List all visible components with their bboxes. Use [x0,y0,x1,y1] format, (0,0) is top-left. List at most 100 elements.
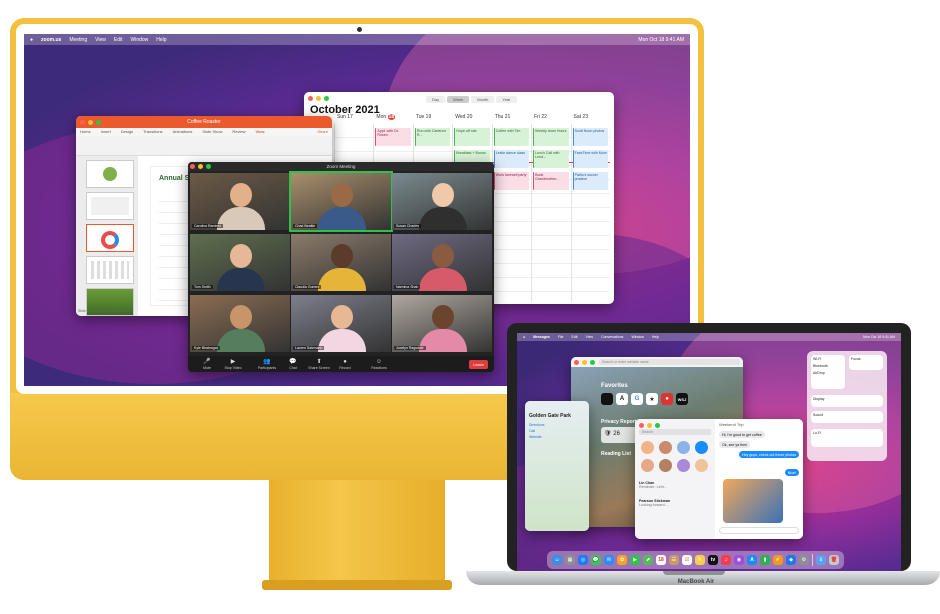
conversation-item[interactable]: Lin Chan Reminder: Let's... [639,481,713,489]
slide-navigator[interactable] [76,156,138,316]
segment-year[interactable]: Year [496,96,517,103]
numbers-icon[interactable]: ▮ [760,555,770,565]
message-input[interactable] [719,527,799,534]
segment-week[interactable]: Week [447,96,470,103]
calendar-day-header[interactable]: Tue 19 [413,114,452,120]
calendar-event[interactable]: Appt. with Dr. Rosen [375,128,411,146]
tab-transitions[interactable]: Transitions [143,129,162,135]
calendar-event[interactable]: Coffee with Tim [493,128,530,146]
calendar-icon[interactable]: 18 [656,555,666,565]
system-prefs-icon[interactable]: ⚙ [799,555,809,565]
participant-tile[interactable]: Tom Smith [190,234,290,291]
menu-clock[interactable]: Mon Oct 18 9:41 AM [863,335,895,339]
google-favorite-icon[interactable]: G [631,393,643,405]
slide-thumbnail[interactable] [86,160,134,188]
star-favorite-icon[interactable]: ★ [646,393,658,405]
chat-pane[interactable]: Weekend Trip Hi, I'm good to get coffee … [715,419,803,539]
messages-window[interactable]: Search Lin Chan Reminder: Let's... Pears… [635,419,803,539]
zoom-control-chat[interactable]: 💬 Chat [280,359,306,370]
apple-icon[interactable]: ● [523,335,525,339]
zoom-button[interactable] [96,120,101,125]
zoom-meeting-window[interactable]: Zoom Meeting ▦ View Carolina RamirezChad… [188,162,494,372]
contacts-icon[interactable]: ☰ [669,555,679,565]
bluetooth-toggle[interactable]: Bluetooth [813,364,843,368]
call-button[interactable]: Call [529,429,545,433]
tab-home[interactable]: Home [80,129,91,135]
close-button[interactable] [190,164,195,169]
zoom-control-reactions[interactable]: ☺ Reactions [366,359,392,370]
slide-thumbnail[interactable] [86,192,134,220]
zoom-control-stop-video[interactable]: ▶ Stop Video [220,359,246,370]
messages-icon[interactable]: 💬 [591,555,601,565]
close-button[interactable] [308,96,313,101]
menu-help[interactable]: Help [652,335,659,339]
calendar-day-header[interactable]: Sat 23 [571,114,610,120]
participant-tile[interactable]: Chad Beattie [289,171,393,232]
ribbon-toolbar[interactable] [76,136,332,156]
finder-icon[interactable]: ☺ [552,555,562,565]
menu-file[interactable]: File [558,335,564,339]
app-store-icon[interactable]: A [747,555,757,565]
downloads-icon[interactable]: ⇩ [816,555,826,565]
menu-view[interactable]: View [586,335,594,339]
menu-edit[interactable]: Edit [114,37,123,43]
avatar[interactable] [677,441,690,454]
calendar-day-header[interactable]: Sun 17 [334,114,373,120]
website-button[interactable]: Website [529,435,545,439]
tab-insert[interactable]: Insert [101,129,111,135]
conversation-list[interactable]: Search Lin Chan Reminder: Let's... Pears… [635,419,715,539]
avatar[interactable] [695,459,708,472]
calendar-event[interactable]: Weekly team Hours [533,128,569,146]
tab-design[interactable]: Design [121,129,133,135]
leave-button[interactable]: Leave [469,359,488,369]
zoom-button[interactable] [206,164,211,169]
menu-conversations[interactable]: Conversations [601,335,623,339]
segment-month[interactable]: Month [471,96,495,103]
minimize-button[interactable] [316,96,321,101]
participant-tile[interactable]: Kyle Bhatnagar [190,295,290,352]
avatar[interactable] [659,459,672,472]
focus-module[interactable]: Focus [849,355,883,370]
music-icon[interactable]: ♫ [721,555,731,565]
menu-help[interactable]: Help [156,37,166,43]
zoom-control-mute[interactable]: 🎤 Mute [194,359,220,370]
apple-icon[interactable]: ● [30,37,33,43]
calendar-event[interactable]: FaceTime with Mom [572,150,608,168]
participant-tile[interactable]: Carolina Ramirez [190,173,290,230]
menu-window[interactable]: Window [631,335,643,339]
avatar[interactable] [641,459,654,472]
zoom-control-record[interactable]: ● Record [332,359,358,370]
calendar-day-header[interactable]: Wed 20 [452,114,491,120]
menu-meeting[interactable]: Meeting [69,37,87,43]
menu-window[interactable]: Window [130,37,148,43]
slide-thumbnail[interactable] [86,224,134,252]
calendar-event[interactable]: Hope-off site [454,128,490,146]
search-input[interactable]: Search [639,429,711,435]
participant-tile[interactable]: Narmina Shah [392,234,492,291]
news-favorite-icon[interactable]: ● [661,393,673,405]
avatar[interactable] [695,441,708,454]
tab-animations[interactable]: Animations [173,129,193,135]
zoom-button[interactable] [655,423,660,428]
avatar[interactable] [677,459,690,472]
connectivity-module[interactable]: Wi-Fi Bluetooth AirDrop [811,355,845,389]
participant-tile[interactable]: Lauren Salzmann [291,295,391,352]
participant-tile[interactable]: Susan Charles [392,173,492,230]
keynote-icon[interactable]: ◆ [786,555,796,565]
menu-app-name[interactable]: zoom.us [41,37,61,43]
participant-tile[interactable]: Claudia Gomes [291,234,391,291]
calendar-event[interactable]: Work farewell party [493,172,530,190]
launchpad-icon[interactable]: ▦ [565,555,575,565]
airdrop-toggle[interactable]: AirDrop [813,371,843,375]
zoom-button[interactable] [324,96,329,101]
calendar-event[interactable]: Leslie dance class [493,150,530,168]
control-center[interactable]: Wi-Fi Bluetooth AirDrop Focus Display So… [807,351,887,461]
minimize-button[interactable] [198,164,203,169]
minimize-button[interactable] [647,423,652,428]
mail-icon[interactable]: ✉ [604,555,614,565]
tab-review[interactable]: Review [232,129,245,135]
close-button[interactable] [80,120,85,125]
avatar[interactable] [641,441,654,454]
reminders-icon[interactable]: ☑ [682,555,692,565]
wsj-favorite-icon[interactable]: WSJ [676,393,688,405]
